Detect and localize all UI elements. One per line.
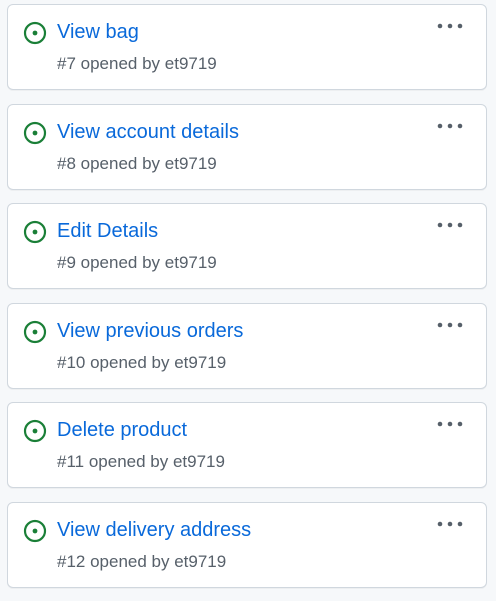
issue-meta: #11 opened by et9719 <box>57 452 225 471</box>
issue-opened-icon <box>23 220 47 244</box>
kebab-horizontal-icon[interactable] <box>436 417 464 435</box>
issue-meta: #10 opened by et9719 <box>57 352 227 372</box>
issue-meta: #9 opened by et9719 <box>57 253 217 272</box>
issue-card[interactable]: Edit Details #9 opened by et9719 <box>7 203 487 289</box>
issue-opened-icon <box>23 320 47 343</box>
issue-card[interactable]: Delete product #11 opened by et9719 <box>7 402 487 488</box>
issue-title-link[interactable]: View bag <box>57 19 139 45</box>
kebab-horizontal-icon[interactable] <box>436 119 464 137</box>
issue-card[interactable]: View previous orders #10 opened by et971… <box>7 302 487 389</box>
issue-card[interactable]: View bag #7 opened by et9719 <box>7 4 487 90</box>
issue-opened-icon <box>23 21 47 45</box>
issue-title-link[interactable]: View previous orders <box>57 318 243 344</box>
issue-title-link[interactable]: View account details <box>57 119 239 145</box>
issue-title-link[interactable]: Edit Details <box>57 218 158 244</box>
issue-meta: #8 opened by et9719 <box>57 153 217 173</box>
kebab-horizontal-icon[interactable] <box>436 19 464 37</box>
issue-card[interactable]: View delivery address #12 opened by et97… <box>7 501 487 588</box>
issue-list: View bag #7 opened by et9719 View accoun… <box>7 4 487 601</box>
issue-card[interactable]: View account details #8 opened by et9719 <box>7 103 487 190</box>
issue-opened-icon <box>23 419 47 443</box>
issue-opened-icon <box>23 121 47 144</box>
kebab-horizontal-icon[interactable] <box>436 517 464 535</box>
issue-opened-icon <box>23 519 47 542</box>
issue-meta: #7 opened by et9719 <box>57 54 217 73</box>
issue-meta: #12 opened by et9719 <box>57 551 227 571</box>
issue-title-link[interactable]: View delivery address <box>57 517 251 543</box>
kebab-horizontal-icon[interactable] <box>436 318 464 336</box>
issue-title-link[interactable]: Delete product <box>57 417 187 443</box>
kebab-horizontal-icon[interactable] <box>436 218 464 236</box>
